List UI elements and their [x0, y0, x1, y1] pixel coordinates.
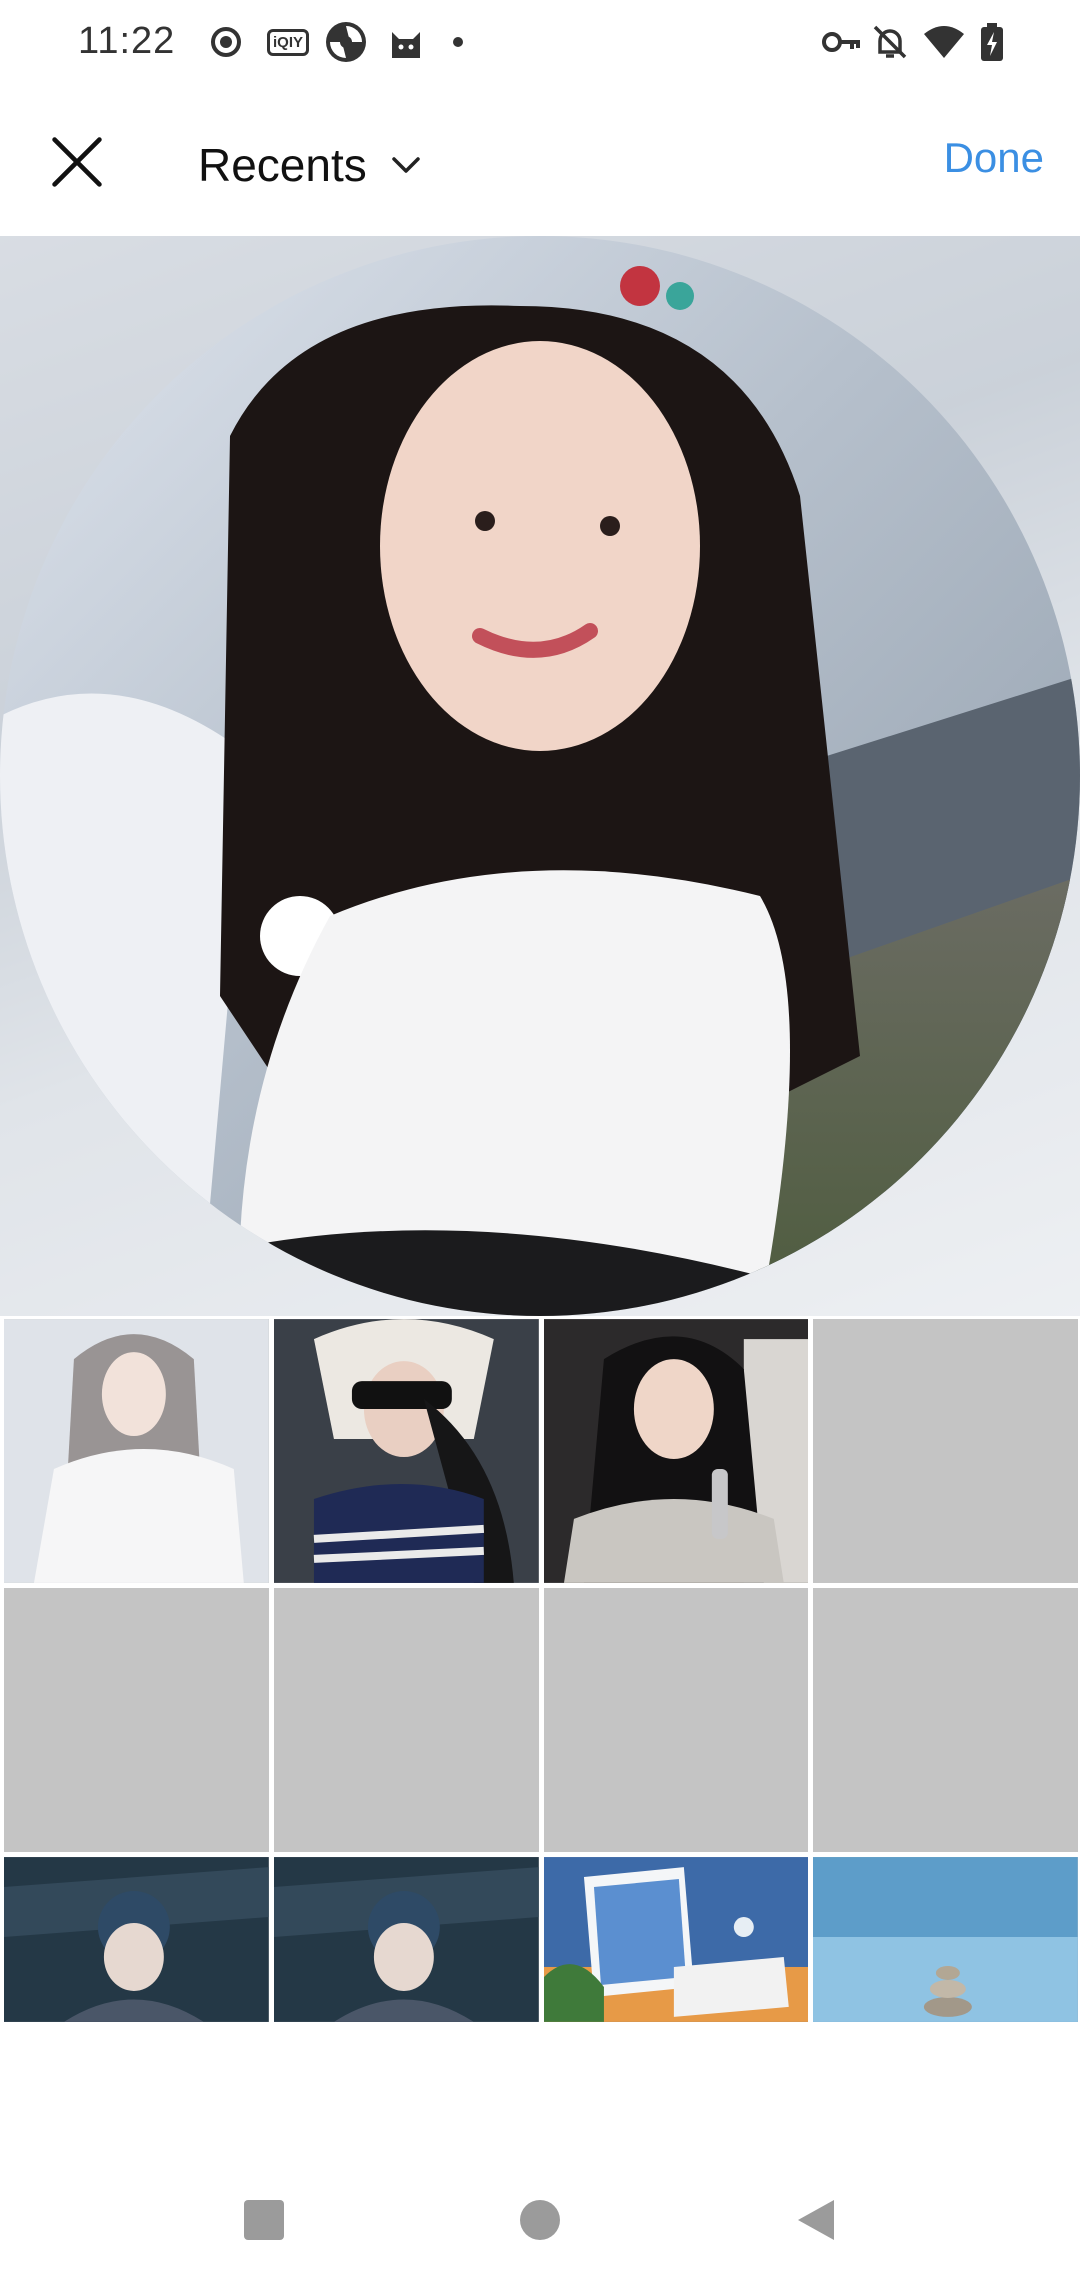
- close-button[interactable]: [40, 125, 114, 199]
- back-button[interactable]: [788, 2192, 844, 2248]
- home-button[interactable]: [512, 2192, 568, 2248]
- grid-row: [4, 1319, 1078, 1583]
- key-icon: [820, 22, 864, 62]
- status-bar: 11:22 iQIY: [0, 0, 1080, 90]
- photo-placeholder[interactable]: [273, 1588, 539, 1852]
- photo-placeholder[interactable]: [543, 1588, 809, 1852]
- bell-off-icon: [870, 22, 910, 62]
- photo-tile[interactable]: [543, 1319, 809, 1583]
- photo-preview[interactable]: [0, 236, 1080, 1316]
- iqiyi-icon: iQIY: [266, 22, 310, 62]
- grid-row: [4, 1857, 1078, 2022]
- grid-row: [4, 1588, 1078, 1852]
- close-icon: [52, 137, 102, 187]
- recents-button[interactable]: [236, 2192, 292, 2248]
- album-title: Recents: [198, 139, 367, 191]
- home-circle-icon: [520, 2200, 560, 2240]
- cat-icon: [386, 22, 426, 62]
- battery-charging-icon: [978, 22, 1006, 62]
- chevron-down-icon: [392, 157, 420, 173]
- back-triangle-icon: [798, 2200, 834, 2240]
- photo-tile[interactable]: [543, 1857, 809, 2022]
- photo-tile[interactable]: [273, 1319, 539, 1583]
- recents-square-icon: [244, 2200, 284, 2240]
- preview-photo: [0, 236, 1080, 1316]
- photo-placeholder[interactable]: [813, 1319, 1078, 1583]
- photo-tile[interactable]: [273, 1857, 539, 2022]
- done-button[interactable]: Done: [944, 134, 1044, 182]
- crop-circle[interactable]: [0, 236, 1080, 1316]
- iqiyi-label: iQIY: [266, 28, 309, 56]
- status-time: 11:22: [78, 20, 176, 62]
- photo-placeholder[interactable]: [813, 1588, 1078, 1852]
- photo-tile[interactable]: [813, 1857, 1078, 2022]
- nav-bar: [0, 2160, 1080, 2280]
- dot-icon: [448, 22, 468, 62]
- album-picker[interactable]: Recents: [198, 130, 423, 200]
- photo-grid: [4, 1319, 1078, 2027]
- wifi-icon: [922, 22, 966, 62]
- photo-tile-selected[interactable]: [4, 1319, 269, 1583]
- photo-tile[interactable]: [4, 1857, 269, 2022]
- photo-placeholder[interactable]: [4, 1588, 269, 1852]
- header: Recents Done: [0, 90, 1080, 235]
- aperture-icon: [324, 20, 368, 64]
- record-icon: [206, 22, 246, 62]
